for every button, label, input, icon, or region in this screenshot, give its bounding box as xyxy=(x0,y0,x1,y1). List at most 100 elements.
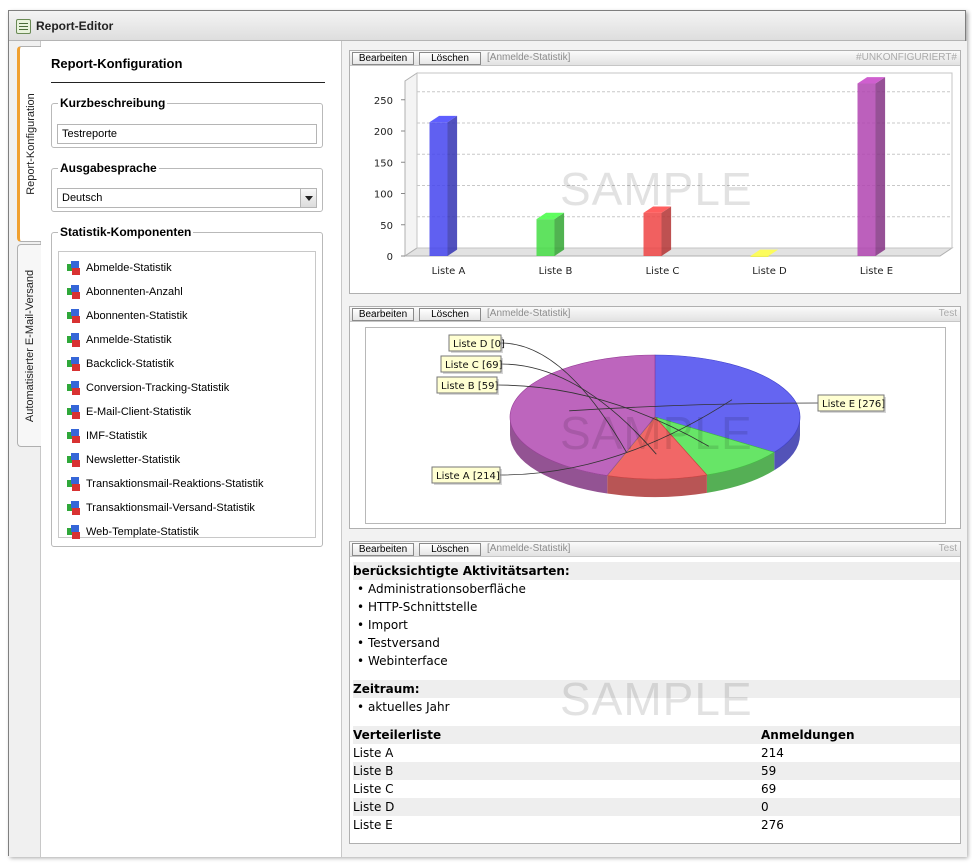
report-editor-window: Report-Editor Report-Konfiguration Autom… xyxy=(8,10,967,857)
bar-side xyxy=(661,206,672,256)
bar-chart-panel: Bearbeiten Löschen [Anmelde-Statistik] #… xyxy=(349,50,961,294)
component-label: Transaktionsmail-Versand-Statistik xyxy=(86,502,255,514)
statistic-component-icon xyxy=(67,285,81,299)
kurzbeschreibung-group: Kurzbeschreibung Testreporte xyxy=(51,96,323,148)
bar-front xyxy=(750,256,769,257)
edit-button[interactable]: Bearbeiten xyxy=(352,543,414,556)
bar-liste-a[interactable] xyxy=(429,115,458,256)
aktivitaetsarten-header: berücksichtigte Aktivitätsarten: xyxy=(353,562,960,580)
cell-anmeldungen: 276 xyxy=(761,818,784,832)
statistic-component-icon xyxy=(67,453,81,467)
tab-email-versand[interactable]: Automatisierter E-Mail-Versand xyxy=(17,244,41,447)
y-tick-label: 0 xyxy=(387,252,393,263)
list-item[interactable]: Anmelde-Statistik xyxy=(59,330,315,350)
component-status: Test xyxy=(938,543,957,554)
component-label: Backclick-Statistik xyxy=(86,358,175,370)
bar-liste-b[interactable] xyxy=(536,212,565,256)
chevron-down-icon[interactable] xyxy=(300,189,316,207)
table-row: Liste D 0 xyxy=(353,798,960,816)
y-tick-label: 200 xyxy=(374,127,393,138)
delete-button[interactable]: Löschen xyxy=(419,543,481,556)
list-item[interactable]: Conversion-Tracking-Statistik xyxy=(59,378,315,398)
list-item: Webinterface xyxy=(353,652,960,670)
list-item[interactable]: Abonnenten-Anzahl xyxy=(59,282,315,302)
bar-front xyxy=(643,212,662,256)
list-item[interactable]: Newsletter-Statistik xyxy=(59,450,315,470)
statistic-component-icon xyxy=(67,381,81,395)
bar-chart: 0 50 100 150 200 250 Liste A Liste B Liste C List… xyxy=(374,72,954,277)
component-label: E-Mail-Client-Statistik xyxy=(86,406,192,418)
cell-liste: Liste C xyxy=(353,782,394,796)
component-name: [Anmelde-Statistik] xyxy=(487,52,571,63)
kurzbeschreibung-input[interactable]: Testreporte xyxy=(57,124,317,144)
config-title: Report-Konfiguration xyxy=(51,56,183,71)
list-item[interactable]: Transaktionsmail-Versand-Statistik xyxy=(59,498,315,518)
cell-anmeldungen: 214 xyxy=(761,746,784,760)
statistic-component-icon xyxy=(67,261,81,275)
list-item[interactable]: E-Mail-Client-Statistik xyxy=(59,402,315,422)
col-header-verteilerliste: Verteilerliste xyxy=(353,728,442,742)
component-status: #UNKONFIGURIERT# xyxy=(856,52,957,63)
bar-chart-area: 0 50 100 150 200 250 Liste A Liste B Liste C List… xyxy=(350,66,960,293)
component-label: Newsletter-Statistik xyxy=(86,454,181,466)
edit-button[interactable]: Bearbeiten xyxy=(352,308,414,321)
component-label: IMF-Statistik xyxy=(86,430,148,442)
component-label: Anmelde-Statistik xyxy=(86,334,172,346)
statistic-component-icon xyxy=(67,429,81,443)
col-header-anmeldungen: Anmeldungen xyxy=(761,728,855,742)
x-tick-label: Liste D xyxy=(752,266,787,277)
tab-label: Report-Konfiguration xyxy=(25,93,37,195)
bar-front xyxy=(536,219,555,256)
tab-report-konfiguration[interactable]: Report-Konfiguration xyxy=(17,46,42,242)
statistik-komponenten-label: Statistik-Komponenten xyxy=(60,225,192,239)
kurzbeschreibung-label: Kurzbeschreibung xyxy=(60,96,166,110)
statistic-component-icon xyxy=(67,525,81,539)
edit-button[interactable]: Bearbeiten xyxy=(352,52,414,65)
bar-side xyxy=(554,212,565,256)
statistic-component-icon xyxy=(67,405,81,419)
cell-anmeldungen: 69 xyxy=(761,782,777,796)
statistic-component-icon xyxy=(67,501,81,515)
list-item[interactable]: Abmelde-Statistik xyxy=(59,258,315,278)
list-item: Administrationsoberfläche xyxy=(353,580,960,598)
list-item[interactable]: IMF-Statistik xyxy=(59,426,315,446)
list-item[interactable]: Web-Template-Statistik xyxy=(59,522,315,542)
pie-chart-area: Liste A [214] Liste B [59] Liste C [69] Lis… xyxy=(350,322,960,528)
selected-language: Deutsch xyxy=(62,192,103,204)
x-tick-label: Liste C xyxy=(646,266,680,277)
table-row: Liste E 276 xyxy=(353,816,960,834)
component-label: Abonnenten-Statistik xyxy=(86,310,188,322)
y-tick-label: 100 xyxy=(374,190,393,201)
title-divider xyxy=(51,82,325,83)
component-status: Test xyxy=(938,308,957,319)
component-label: Abmelde-Statistik xyxy=(86,262,172,274)
list-item[interactable]: Transaktionsmail-Reaktions-Statistik xyxy=(59,474,315,494)
config-panel: Report-Konfiguration Kurzbeschreibung Te… xyxy=(41,41,342,857)
bar-liste-e[interactable] xyxy=(857,77,886,256)
chart-side-wall xyxy=(404,72,418,257)
zeitraum-header: Zeitraum: xyxy=(353,680,960,698)
list-item[interactable]: Abonnenten-Statistik xyxy=(59,306,315,326)
tab-label: Automatisierter E-Mail-Versand xyxy=(23,269,36,422)
statistic-component-icon xyxy=(67,309,81,323)
ausgabesprache-label: Ausgabesprache xyxy=(60,161,157,175)
list-item: aktuelles Jahr xyxy=(353,698,960,716)
table-row: Liste A 214 xyxy=(353,744,960,762)
statistic-component-icon xyxy=(67,357,81,371)
pie-chart-panel: Bearbeiten Löschen [Anmelde-Statistik] T… xyxy=(349,306,961,529)
panel-toolbar: Bearbeiten Löschen [Anmelde-Statistik] T… xyxy=(350,542,960,557)
list-item[interactable]: Backclick-Statistik xyxy=(59,354,315,374)
panel-toolbar: Bearbeiten Löschen [Anmelde-Statistik] #… xyxy=(350,51,960,66)
delete-button[interactable]: Löschen xyxy=(419,52,481,65)
ausgabesprache-group: Ausgabesprache Deutsch xyxy=(51,161,323,212)
component-list: Abmelde-Statistik Abonnenten-Anzahl Abonne… xyxy=(58,251,316,539)
list-item: HTTP-Schnittstelle xyxy=(353,598,960,616)
window-title: Report-Editor xyxy=(36,19,114,33)
delete-button[interactable]: Löschen xyxy=(419,308,481,321)
ausgabesprache-select[interactable]: Deutsch xyxy=(57,188,317,208)
panel-toolbar: Bearbeiten Löschen [Anmelde-Statistik] T… xyxy=(350,307,960,322)
table-row: Liste B 59 xyxy=(353,762,960,780)
x-tick-label: Liste E xyxy=(860,266,893,277)
bar-side xyxy=(875,77,886,256)
bar-liste-c[interactable] xyxy=(643,206,672,256)
